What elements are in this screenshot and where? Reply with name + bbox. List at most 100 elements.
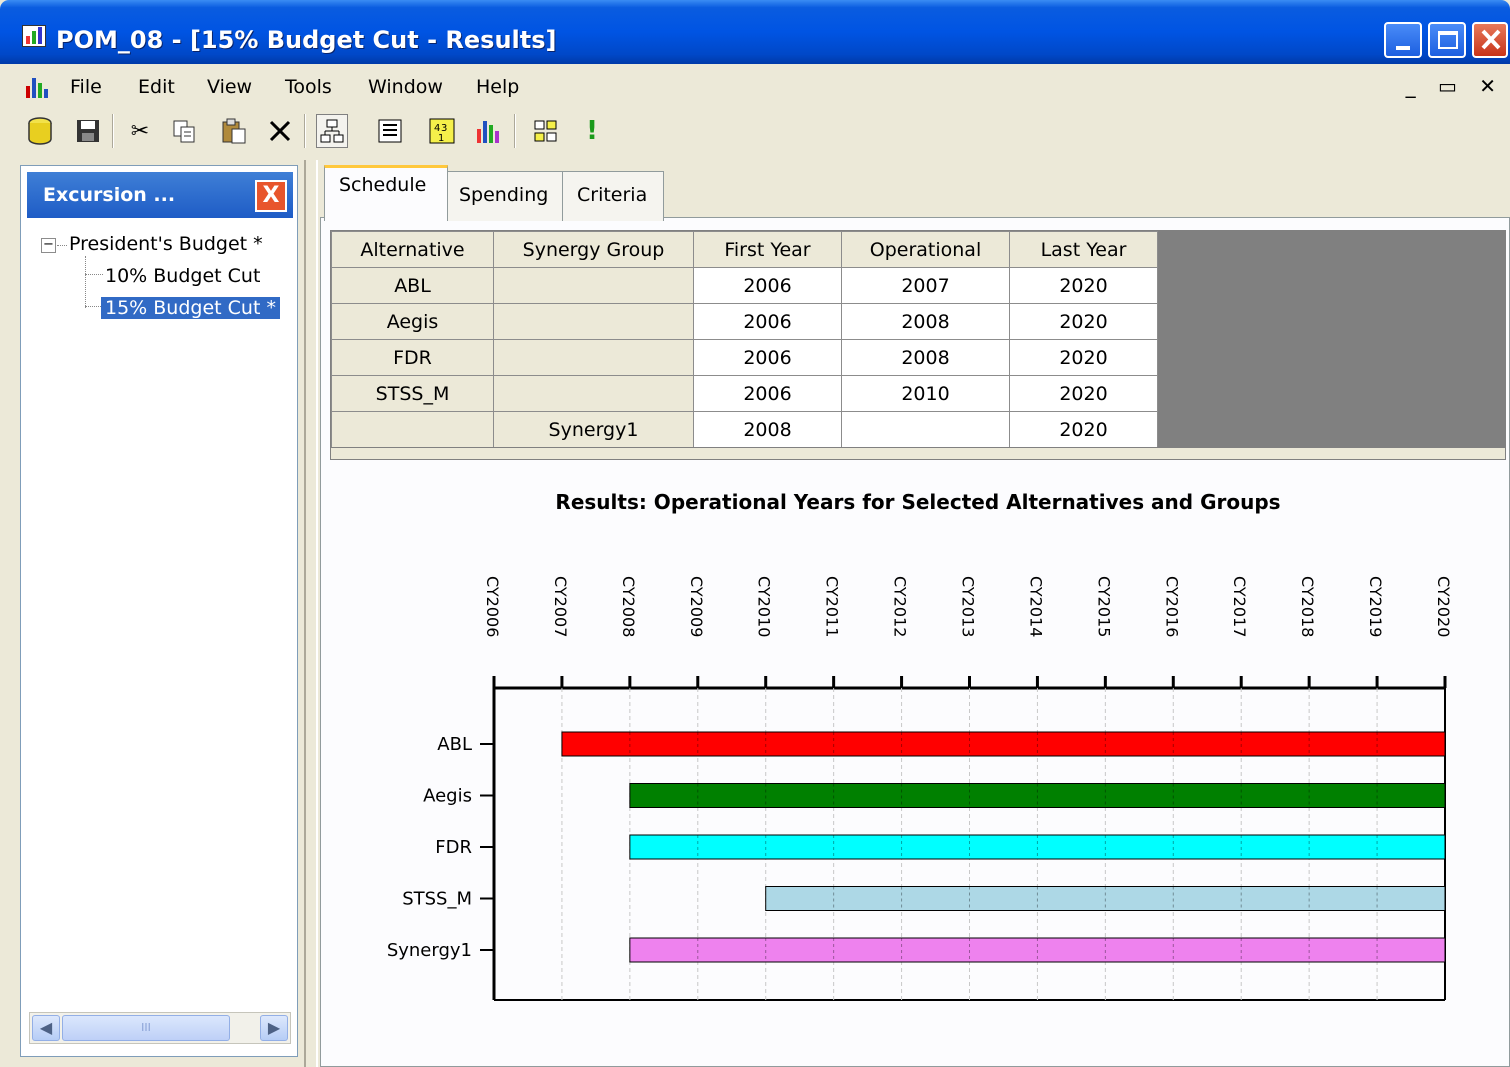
app-menu-icon[interactable] xyxy=(26,78,48,98)
database-icon[interactable] xyxy=(24,114,56,148)
mdi-window-controls[interactable]: _ ▭ ✕ xyxy=(1406,74,1504,98)
cell-operational[interactable]: 2008 xyxy=(841,303,1010,340)
cell-synergy-group[interactable] xyxy=(493,267,694,304)
cell-last-year[interactable]: 2020 xyxy=(1009,339,1158,376)
title-bar[interactable]: POM_08 - [15% Budget Cut - Results] xyxy=(0,0,1510,64)
column-header-operational[interactable]: Operational xyxy=(841,231,1010,268)
cell-last-year[interactable]: 2020 xyxy=(1009,303,1158,340)
column-header-last-year[interactable]: Last Year xyxy=(1009,231,1158,268)
x-tick-label: CY2011 xyxy=(823,576,842,637)
x-tick-label: CY2016 xyxy=(1162,576,1181,637)
app-icon xyxy=(22,25,46,47)
cell-alternative[interactable]: FDR xyxy=(331,339,494,376)
scroll-right-icon[interactable]: ▶ xyxy=(260,1015,288,1041)
cell-first-year[interactable]: 2006 xyxy=(693,339,842,376)
run-icon[interactable]: ! xyxy=(576,114,608,148)
column-header-synergy-group[interactable]: Synergy Group xyxy=(493,231,694,268)
cell-alternative[interactable] xyxy=(331,411,494,448)
tab-criteria[interactable]: Criteria xyxy=(562,171,664,221)
scroll-thumb[interactable]: III xyxy=(62,1015,230,1041)
layout-icon[interactable] xyxy=(530,114,562,148)
delete-icon[interactable] xyxy=(264,114,296,148)
x-tick-label: CY2008 xyxy=(619,576,638,637)
toolbar-separator xyxy=(112,114,114,148)
cell-operational[interactable] xyxy=(841,411,1010,448)
cell-synergy-group[interactable] xyxy=(493,339,694,376)
cell-operational[interactable]: 2010 xyxy=(841,375,1010,412)
grid-horizontal-scrollbar[interactable] xyxy=(331,447,1505,459)
hierarchy-icon[interactable] xyxy=(316,114,348,148)
cell-alternative[interactable]: Aegis xyxy=(331,303,494,340)
menu-tools[interactable]: Tools xyxy=(285,76,332,98)
operational-years-chart: CY2006 CY2007 CY2008 CY2009 CY2010 CY2011 CY20… xyxy=(387,576,1453,1001)
y-tick-label: Aegis xyxy=(423,786,472,807)
toolbar-separator xyxy=(514,114,516,148)
cut-icon[interactable]: ✂ xyxy=(124,114,156,148)
cell-first-year[interactable]: 2008 xyxy=(693,411,842,448)
tab-schedule[interactable]: Schedule xyxy=(324,165,448,221)
numbers-icon[interactable]: 431 xyxy=(426,114,458,148)
menu-file[interactable]: File xyxy=(70,76,102,98)
tree-item-15-budget-cut[interactable]: 15% Budget Cut * xyxy=(101,294,280,322)
x-tick-label: CY2017 xyxy=(1230,576,1249,637)
chart-title: Results: Operational Years for Selected … xyxy=(555,490,1281,514)
x-tick-label: CY2019 xyxy=(1366,576,1385,637)
save-icon[interactable] xyxy=(72,114,104,148)
panel-horizontal-scrollbar[interactable]: ◀ III ▶ xyxy=(29,1012,291,1044)
cell-alternative[interactable]: STSS_M xyxy=(331,375,494,412)
cell-last-year[interactable]: 2020 xyxy=(1009,411,1158,448)
cell-first-year[interactable]: 2006 xyxy=(693,303,842,340)
window-title: POM_08 - [15% Budget Cut - Results] xyxy=(56,26,557,54)
cell-synergy-group[interactable] xyxy=(493,375,694,412)
cell-first-year[interactable]: 2006 xyxy=(693,375,842,412)
menu-view[interactable]: View xyxy=(207,76,252,98)
x-tick-label: CY2014 xyxy=(1026,576,1045,637)
cell-last-year[interactable]: 2020 xyxy=(1009,267,1158,304)
menu-help[interactable]: Help xyxy=(476,76,519,98)
menu-bar: File Edit View Tools Window Help _ ▭ ✕ xyxy=(8,64,1510,108)
tree-item-10-budget-cut[interactable]: 10% Budget Cut xyxy=(105,262,260,290)
cell-operational[interactable]: 2008 xyxy=(841,339,1010,376)
grid-empty-area xyxy=(1157,231,1505,447)
tab-spending[interactable]: Spending xyxy=(444,171,564,221)
x-tick-label: CY2012 xyxy=(891,576,910,637)
panel-splitter[interactable] xyxy=(304,160,318,1067)
cell-alternative[interactable]: ABL xyxy=(331,267,494,304)
panel-header: Excursion ... X xyxy=(27,172,293,218)
svg-text:1: 1 xyxy=(438,133,444,144)
table-row[interactable]: Aegis 2006 2008 2020 xyxy=(331,303,1158,340)
excursion-tree: − President's Budget * 10% Budget Cut 15… xyxy=(33,228,293,988)
column-header-first-year[interactable]: First Year xyxy=(693,231,842,268)
y-tick-label: Synergy1 xyxy=(387,940,472,961)
cell-first-year[interactable]: 2006 xyxy=(693,267,842,304)
panel-close-button[interactable]: X xyxy=(255,180,287,212)
tree-expander[interactable]: − xyxy=(41,238,56,253)
menu-edit[interactable]: Edit xyxy=(138,76,175,98)
cell-synergy-group[interactable] xyxy=(493,303,694,340)
menu-window[interactable]: Window xyxy=(368,76,443,98)
y-tick-label: ABL xyxy=(437,734,472,755)
table-row[interactable]: Synergy1 2008 2020 xyxy=(331,411,1158,448)
table-row[interactable]: ABL 2006 2007 2020 xyxy=(331,267,1158,304)
table-row[interactable]: STSS_M 2006 2010 2020 xyxy=(331,375,1158,412)
close-button[interactable] xyxy=(1472,22,1508,58)
paste-icon[interactable] xyxy=(218,114,250,148)
copy-icon[interactable] xyxy=(168,114,200,148)
cell-synergy-group[interactable]: Synergy1 xyxy=(493,411,694,448)
list-icon[interactable] xyxy=(374,114,406,148)
maximize-button[interactable] xyxy=(1428,22,1466,58)
cell-operational[interactable]: 2007 xyxy=(841,267,1010,304)
toolbar: ✂ 431 ! xyxy=(8,108,1510,154)
gantt-bar xyxy=(561,731,1446,757)
tree-item-presidents-budget[interactable]: President's Budget * xyxy=(69,230,263,258)
cell-last-year[interactable]: 2020 xyxy=(1009,375,1158,412)
table-row[interactable]: FDR 2006 2008 2020 xyxy=(331,339,1158,376)
x-tick-label: CY2020 xyxy=(1434,576,1453,637)
column-header-alternative[interactable]: Alternative xyxy=(331,231,494,268)
minimize-button[interactable] xyxy=(1384,22,1422,58)
chart-icon[interactable] xyxy=(472,114,504,148)
scroll-left-icon[interactable]: ◀ xyxy=(32,1015,60,1041)
schedule-table: Alternative Synergy Group First Year Ope… xyxy=(331,231,1158,448)
x-tick-label: CY2018 xyxy=(1298,576,1317,637)
x-tick-label: CY2013 xyxy=(959,576,978,637)
